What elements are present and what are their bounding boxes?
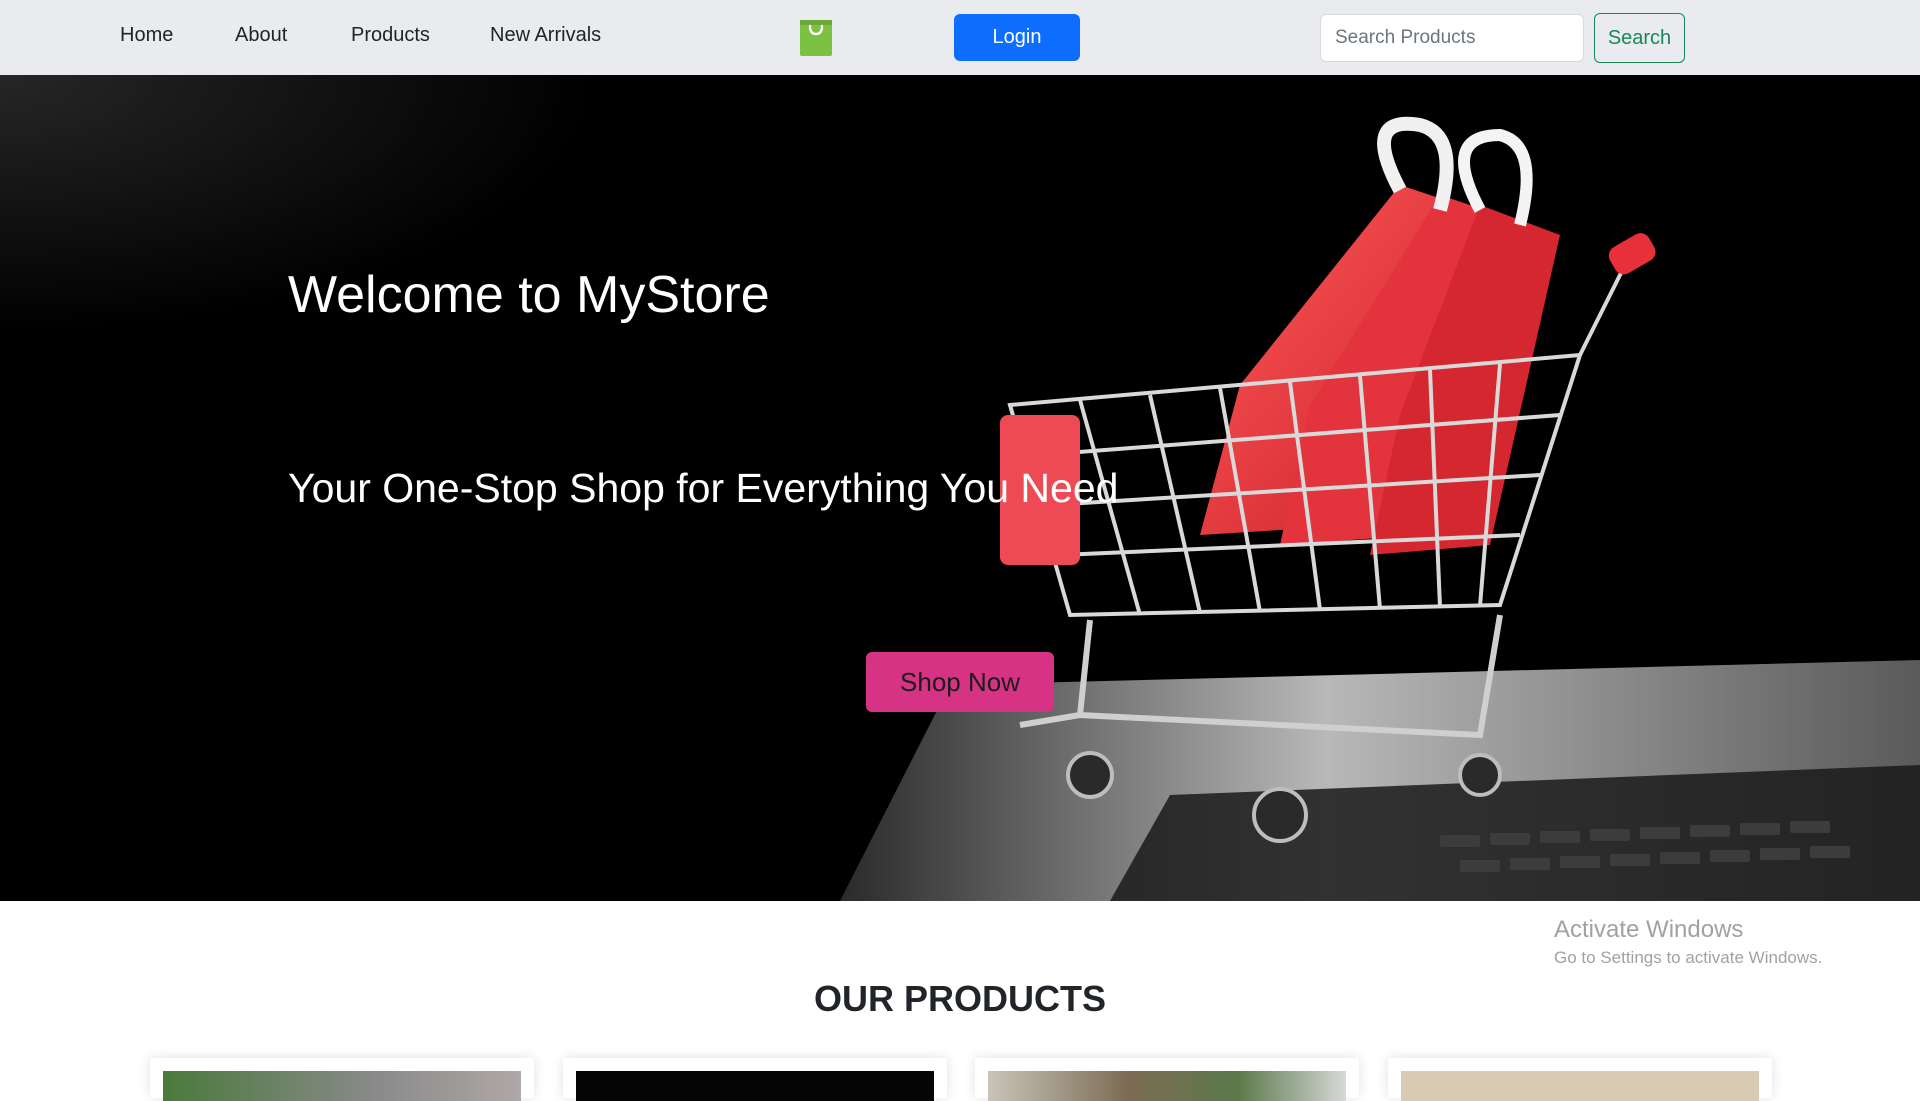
hero-banner: Welcome to MyStore Your One-Stop Shop fo… (0, 75, 1920, 901)
shop-now-button[interactable]: Shop Now (866, 652, 1054, 712)
nav-link-products[interactable]: Products (351, 24, 430, 47)
products-heading: OUR PRODUCTS (813, 978, 1106, 1019)
shopping-bag-icon[interactable] (799, 17, 833, 57)
nav-link-home[interactable]: Home (120, 24, 173, 47)
product-card[interactable] (975, 1058, 1359, 1101)
product-image[interactable] (163, 1071, 521, 1101)
product-image[interactable] (988, 1071, 1346, 1101)
product-image[interactable] (1401, 1071, 1759, 1101)
nav-link-about[interactable]: About (235, 24, 287, 47)
activate-windows-watermark: Activate Windows Go to Settings to activ… (1554, 916, 1822, 968)
login-button[interactable]: Login (954, 14, 1080, 61)
nav-link-new-arrivals[interactable]: New Arrivals (490, 24, 601, 47)
navbar: Home About Products New Arrivals Login S… (0, 0, 1920, 75)
watermark-title: Activate Windows (1554, 916, 1744, 943)
search-input[interactable] (1320, 14, 1584, 62)
hero-subtitle: Your One-Stop Shop for Everything You Ne… (288, 465, 1119, 511)
product-card[interactable] (1388, 1058, 1772, 1101)
product-image[interactable] (576, 1071, 934, 1101)
search-button[interactable]: Search (1594, 13, 1685, 63)
watermark-subtitle: Go to Settings to activate Windows. (1554, 948, 1823, 967)
hero-title: Welcome to MyStore (288, 266, 770, 324)
product-card[interactable] (563, 1058, 947, 1101)
product-card[interactable] (150, 1058, 534, 1101)
